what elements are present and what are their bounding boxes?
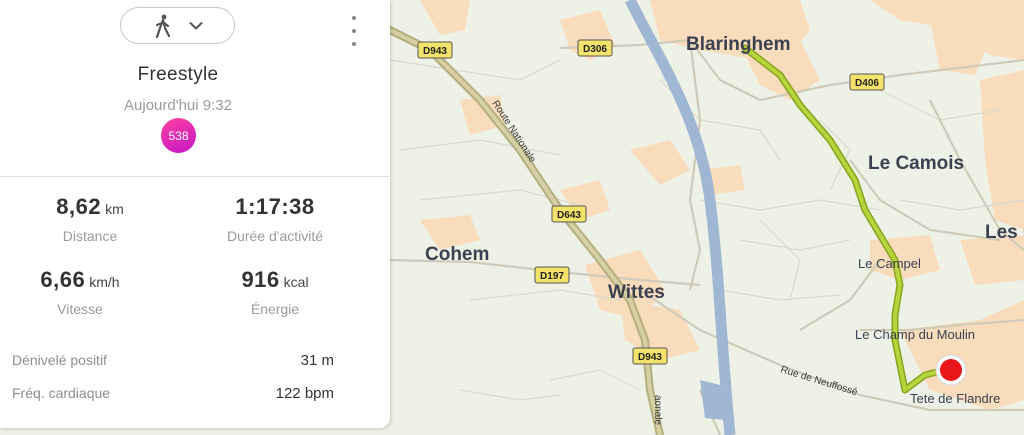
road-shield-d943-top: D943 <box>417 41 453 59</box>
speed-unit: km/h <box>89 274 120 290</box>
energy-value: 916 <box>241 267 280 292</box>
place-les-c: Les C <box>985 222 1024 243</box>
svg-text:D306: D306 <box>583 44 607 55</box>
divider <box>0 176 390 177</box>
activity-title: Freestyle <box>137 64 219 85</box>
stat-distance: 8,62 km Distance <box>0 194 180 244</box>
svg-text:D197: D197 <box>540 271 564 282</box>
detail-row-heart-rate: Fréq. cardiaque 122 bpm <box>12 385 334 402</box>
road-shield-d406: D406 <box>849 73 885 91</box>
distance-unit: km <box>105 201 124 217</box>
chevron-down-icon <box>189 21 202 29</box>
distance-label: Distance <box>62 228 118 244</box>
road-shield-d197: D197 <box>534 266 570 284</box>
duration-label: Durée d'activité <box>226 228 324 244</box>
speed-value: 6,66 <box>40 267 86 292</box>
heart-rate-value: 122 bpm <box>275 385 334 402</box>
place-le-campel: Le Campel <box>858 256 921 271</box>
road-shield-d306: D306 <box>577 39 613 57</box>
heart-rate-label: Fréq. cardiaque <box>12 385 111 401</box>
place-blaringhem: Blaringhem <box>686 34 791 55</box>
elevation-label: Dénivelé positif <box>12 352 107 368</box>
svg-text:D943: D943 <box>638 352 662 363</box>
svg-text:D406: D406 <box>855 78 879 89</box>
place-le-camois: Le Camois <box>868 153 964 174</box>
activity-type-selector[interactable] <box>120 7 235 44</box>
place-cohem: Cohem <box>425 244 489 265</box>
road-shield-d643: D643 <box>551 205 587 223</box>
road-shield-d943-bottom: D943 <box>632 347 668 365</box>
place-wittes: Wittes <box>608 282 665 303</box>
stat-duration: 1:17:38 Durée d'activité <box>186 194 364 244</box>
walking-person-icon <box>155 14 170 38</box>
place-tete-de-flandre: Tete de Flandre <box>910 391 1000 406</box>
energy-unit: kcal <box>283 274 309 290</box>
stat-speed: 6,66 km/h Vitesse <box>0 267 160 317</box>
elevation-value: 31 m <box>300 352 334 369</box>
stat-energy: 916 kcal Énergie <box>186 267 364 317</box>
activity-badge: 538 <box>161 118 196 153</box>
svg-text:D643: D643 <box>557 210 581 221</box>
svg-text:D943: D943 <box>423 46 447 57</box>
activity-date: Aujourd'hui 9:32 <box>124 97 232 114</box>
speed-label: Vitesse <box>57 301 103 317</box>
road-label-bottom: aonale <box>652 395 663 425</box>
more-options-button[interactable] <box>346 16 362 46</box>
energy-label: Énergie <box>250 301 300 317</box>
distance-value: 8,62 <box>56 194 102 219</box>
activity-summary-panel: Freestyle Aujourd'hui 9:32 538 8,62 km Di… <box>0 0 390 428</box>
place-le-champ-du-moulin: Le Champ du Moulin <box>855 327 975 342</box>
duration-value: 1:17:38 <box>235 194 315 219</box>
detail-row-elevation: Dénivelé positif 31 m <box>12 352 334 369</box>
end-marker[interactable] <box>935 354 967 386</box>
